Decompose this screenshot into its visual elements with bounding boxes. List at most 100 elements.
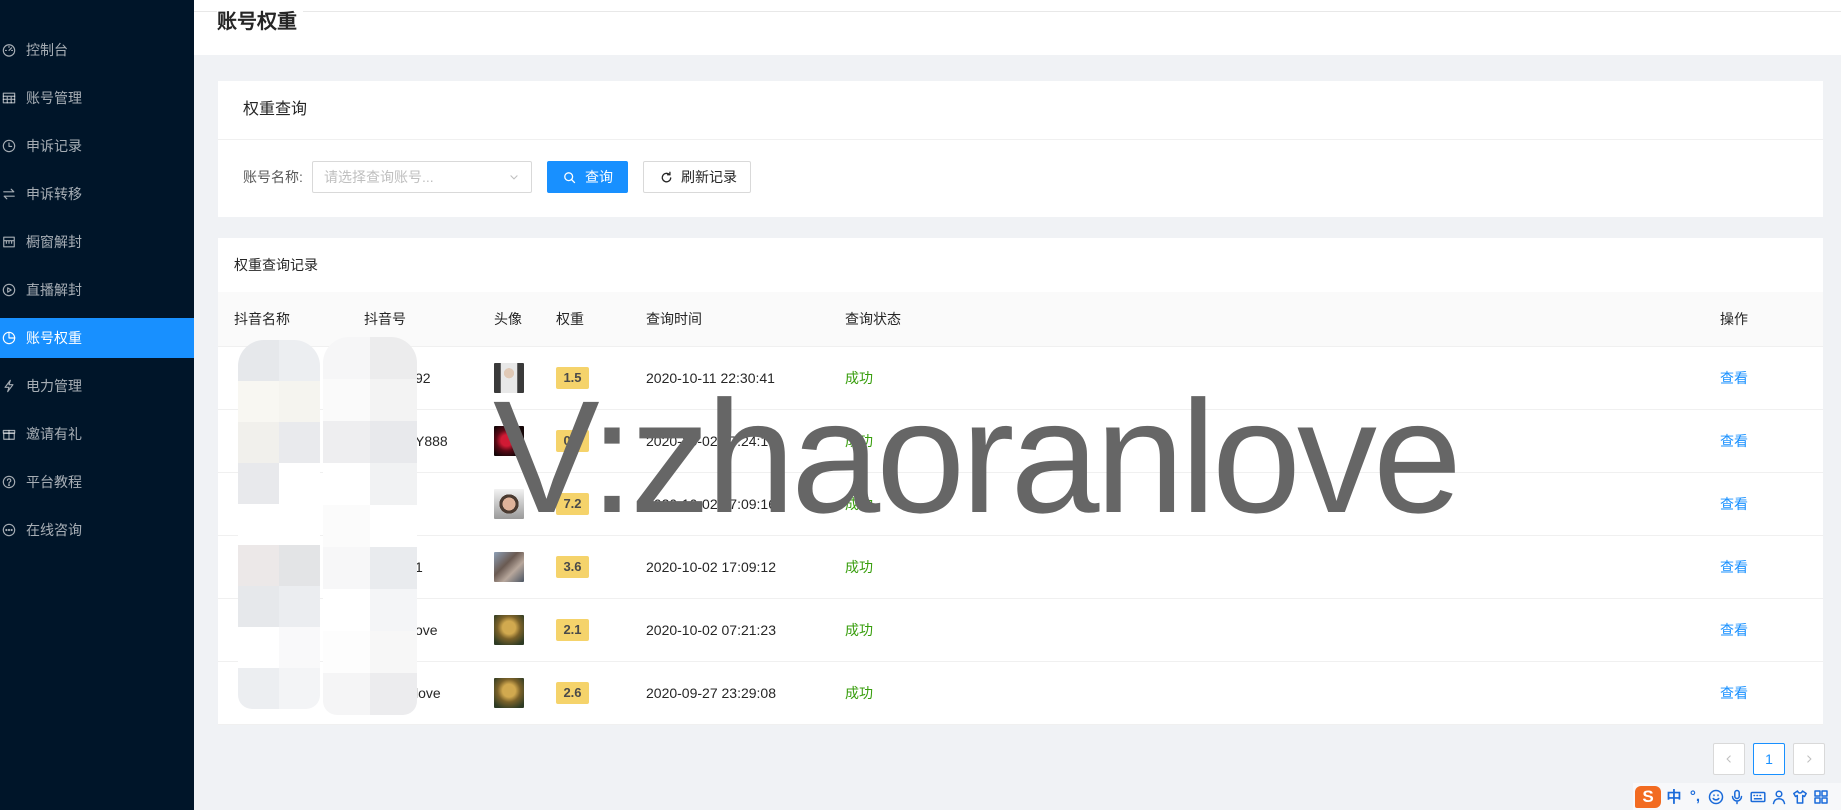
view-link[interactable]: 查看 (1720, 599, 1748, 661)
smiley-icon[interactable] (1708, 789, 1724, 805)
pie-chart-icon (2, 331, 16, 345)
mosaic-block (279, 504, 320, 545)
pagination-page-1[interactable]: 1 (1753, 743, 1785, 775)
mosaic-block (370, 421, 417, 463)
privacy-mosaic (323, 337, 417, 715)
header-divider (194, 11, 1841, 12)
reload-icon (660, 171, 673, 184)
search-button[interactable]: 查询 (547, 161, 628, 193)
clock-icon (2, 139, 16, 153)
douyin-id-cell: Y888 (415, 433, 448, 449)
sidebar-item-tutorial[interactable]: 平台教程 (0, 462, 194, 502)
avatar (494, 615, 524, 645)
pagination-prev-button[interactable] (1713, 743, 1745, 775)
weight-badge: 2.6 (556, 682, 589, 704)
pagination-next-button[interactable] (1793, 743, 1825, 775)
toolbox-grid-icon[interactable] (1813, 789, 1829, 805)
mosaic-block (279, 627, 320, 668)
chevron-down-icon (508, 171, 520, 183)
view-link[interactable]: 查看 (1720, 536, 1748, 598)
privacy-mosaic (238, 340, 320, 709)
dashboard-icon (2, 43, 16, 57)
search-button-label: 查询 (585, 169, 613, 185)
weight-query-card: 权重查询 账号名称: 请选择查询账号... 查询 刷新记录 (218, 81, 1823, 217)
user-icon[interactable] (1771, 789, 1787, 805)
watermark-text: V:zhaoranlove (493, 367, 1462, 546)
view-link[interactable]: 查看 (1720, 473, 1748, 535)
mosaic-block (370, 631, 417, 673)
ime-toolbar: S 中 °, (1633, 783, 1841, 810)
ime-punctuation-toggle[interactable]: °, (1687, 788, 1703, 805)
microphone-icon[interactable] (1729, 789, 1745, 805)
douyin-id-cell: ove (415, 622, 438, 638)
sidebar-item-label: 橱窗解封 (26, 234, 82, 250)
account-name-label: 账号名称: (243, 169, 303, 185)
column-header-douyin-name: 抖音名称 (234, 311, 290, 327)
keyboard-icon[interactable] (1750, 789, 1766, 805)
play-circle-icon (2, 283, 16, 297)
sidebar-item-label: 在线咨询 (26, 522, 82, 538)
skin-shirt-icon[interactable] (1792, 789, 1808, 805)
sidebar-item-showcase-unban[interactable]: 橱窗解封 (0, 222, 194, 262)
query-time-cell: 2020-09-27 23:29:08 (646, 685, 776, 701)
mosaic-block (238, 504, 279, 545)
mosaic-block (323, 379, 370, 421)
card-title: 权重查询 (243, 101, 308, 118)
sidebar-item-online-consult[interactable]: 在线咨询 (0, 510, 194, 550)
sidebar-item-invite-rewards[interactable]: 邀请有礼 (0, 414, 194, 454)
mosaic-block (370, 589, 417, 631)
card-divider (218, 139, 1823, 140)
sidebar-item-power-management[interactable]: 电力管理 (0, 366, 194, 406)
mosaic-block (279, 381, 320, 422)
mosaic-block (323, 463, 370, 505)
refresh-records-button[interactable]: 刷新记录 (643, 161, 751, 193)
column-header-action: 操作 (1720, 311, 1748, 327)
mosaic-block (323, 673, 370, 715)
mosaic-block (323, 589, 370, 631)
sidebar-item-appeal-transfer[interactable]: 申诉转移 (0, 174, 194, 214)
sidebar-item-label: 邀请有礼 (26, 426, 82, 442)
mosaic-block (370, 673, 417, 715)
table-row: love 2.6 2020-09-27 23:29:08 成功 查看 (218, 662, 1823, 725)
view-link[interactable]: 查看 (1720, 662, 1748, 724)
sidebar-item-label: 申诉记录 (26, 138, 82, 154)
mosaic-block (370, 379, 417, 421)
sidebar-item-live-unban[interactable]: 直播解封 (0, 270, 194, 310)
sidebar-item-account-weight[interactable]: 账号权重 (0, 318, 194, 358)
chevron-left-icon (1726, 755, 1731, 763)
sidebar-item-dashboard[interactable]: 控制台 (0, 30, 194, 70)
card-title: 权重查询记录 (234, 257, 318, 273)
column-header-query-status: 查询状态 (845, 311, 901, 327)
sidebar-item-label: 控制台 (26, 42, 68, 58)
account-select[interactable]: 请选择查询账号... (312, 161, 532, 193)
ime-logo[interactable]: S (1635, 785, 1661, 808)
column-header-query-time: 查询时间 (646, 311, 702, 327)
mosaic-block (279, 545, 320, 586)
sidebar-item-label: 平台教程 (26, 474, 82, 490)
douyin-id-cell: love (415, 685, 441, 701)
weight-badge: 2.1 (556, 619, 589, 641)
mosaic-block (238, 381, 279, 422)
sidebar-item-label: 直播解封 (26, 282, 82, 298)
column-header-weight: 权重 (556, 311, 584, 327)
search-icon (563, 171, 576, 184)
sidebar-item-label: 账号管理 (26, 90, 82, 106)
account-select-placeholder: 请选择查询账号... (324, 169, 434, 185)
sidebar-item-appeal-records[interactable]: 申诉记录 (0, 126, 194, 166)
ime-language-toggle[interactable]: 中 (1666, 786, 1682, 807)
mosaic-block (279, 668, 320, 709)
douyin-id-cell: 92 (415, 370, 431, 386)
mosaic-block (370, 463, 417, 505)
gift-icon (2, 427, 16, 441)
view-link[interactable]: 查看 (1720, 410, 1748, 472)
column-header-avatar: 头像 (494, 311, 522, 327)
avatar (494, 552, 524, 582)
sidebar-item-account-management[interactable]: 账号管理 (0, 78, 194, 118)
view-link[interactable]: 查看 (1720, 347, 1748, 409)
query-time-cell: 2020-10-02 07:21:23 (646, 622, 776, 638)
mosaic-block (370, 505, 417, 547)
sidebar: 控制台 账号管理 申诉记录 申诉转移 橱窗解封 直播解封 账号权重 电力管理 邀… (0, 0, 194, 810)
sidebar-menu: 控制台 账号管理 申诉记录 申诉转移 橱窗解封 直播解封 账号权重 电力管理 邀… (0, 30, 194, 550)
table-row: ove 2.1 2020-10-02 07:21:23 成功 查看 (218, 599, 1823, 662)
status-cell: 成功 (845, 685, 873, 701)
